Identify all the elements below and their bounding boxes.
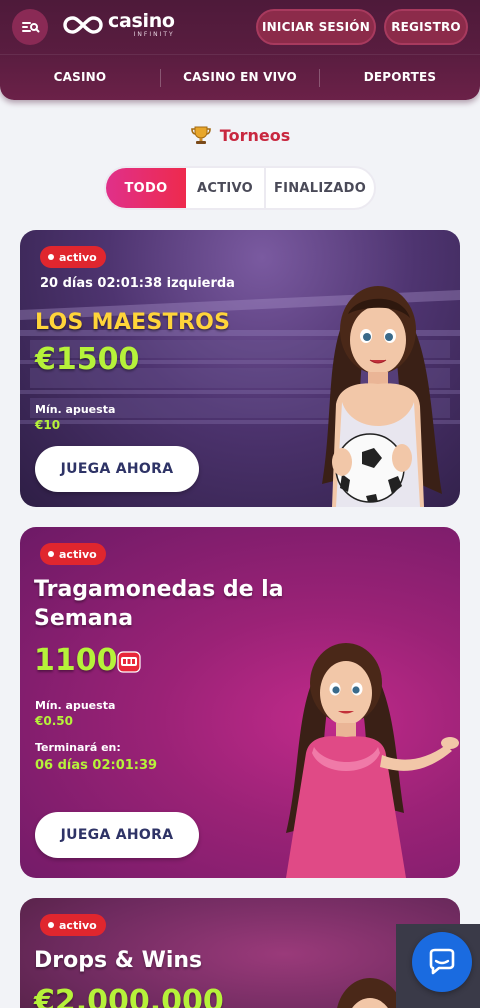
infinity-logo-icon (63, 16, 103, 34)
page-title-text: Torneos (219, 125, 291, 145)
logo-subtitle: INFINITY (133, 31, 175, 38)
status-badge: activo (40, 543, 106, 565)
nav-deportes[interactable]: DEPORTES (320, 55, 480, 99)
countdown-timer: 20 días 02:01:38 izquierda (40, 276, 235, 291)
character-pink-dress-illustration (286, 643, 459, 878)
tournament-title: Tragamonedas de la Semana (34, 577, 284, 631)
tournament-prize: €1500 (35, 342, 140, 377)
page-title: Torneos (0, 124, 480, 146)
min-bet-value: €10 (35, 418, 61, 432)
register-button[interactable]: REGISTRO (384, 9, 468, 45)
live-dot-icon (48, 254, 54, 260)
menu-search-button[interactable] (12, 9, 48, 45)
tournament-card[interactable]: activo Tragamonedas de la Semana 1100 Mí… (20, 527, 460, 878)
min-bet-value: €0.50 (35, 714, 73, 728)
top-header: casino INFINITY INICIAR SESIÓN REGISTRO … (0, 0, 480, 100)
character-with-football-illustration (322, 286, 442, 507)
nav-casino-en-vivo[interactable]: CASINO EN VIVO (160, 55, 320, 99)
tab-todo[interactable]: TODO (106, 168, 186, 208)
logo-wordmark: casino (108, 10, 175, 32)
trophy-icon (190, 126, 211, 144)
tournament-title: LOS MAESTROS (35, 310, 231, 335)
nav-casino[interactable]: CASINO (0, 55, 160, 99)
tournament-title: Drops & Wins (34, 948, 203, 973)
tournament-prize: €2,000,000 (34, 984, 224, 1008)
slot-machine-icon (117, 651, 141, 673)
status-badge: activo (40, 246, 106, 268)
tab-activo[interactable]: ACTIVO (186, 168, 266, 208)
status-badge: activo (40, 914, 106, 936)
live-dot-icon (48, 551, 54, 557)
play-now-button[interactable]: JUEGA AHORA (35, 446, 199, 492)
main-nav: CASINO CASINO EN VIVO DEPORTES (0, 54, 480, 98)
login-button[interactable]: INICIAR SESIÓN (256, 9, 376, 45)
min-bet-label: Mín. apuesta (35, 699, 116, 712)
ends-label: Terminará en: (35, 741, 121, 754)
min-bet-label: Mín. apuesta (35, 403, 116, 416)
chat-bubble-icon (429, 948, 455, 975)
filter-tabs: TODO ACTIVO FINALIZADO (104, 166, 376, 210)
live-dot-icon (48, 922, 54, 928)
play-now-button[interactable]: JUEGA AHORA (35, 812, 199, 858)
casino-infinity-logo[interactable]: casino INFINITY (62, 12, 175, 38)
menu-search-icon (22, 22, 40, 33)
tab-finalizado[interactable]: FINALIZADO (266, 168, 374, 208)
live-chat-button[interactable] (412, 932, 472, 992)
tournament-prize: 1100 (34, 643, 118, 678)
tournament-card[interactable]: activo Drops & Wins €2,000,000 (20, 898, 460, 1008)
tournament-card[interactable]: activo 20 días 02:01:38 izquierda LOS MA… (20, 230, 460, 507)
ends-value: 06 días 02:01:39 (35, 758, 158, 773)
